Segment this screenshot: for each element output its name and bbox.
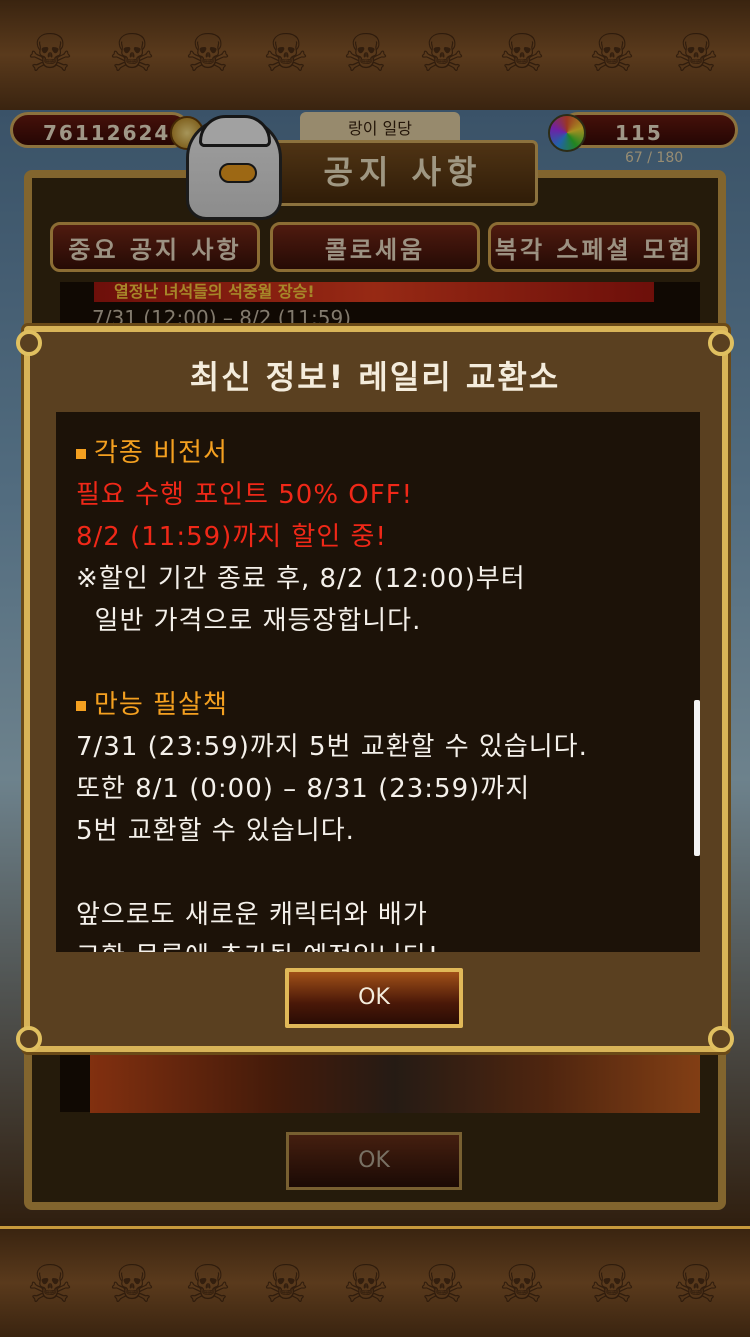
bottom-decor-band: ☠ ☠ ☠ ☠ ☠ ☠ ☠ ☠ ☠ xyxy=(0,1226,750,1337)
jolly-roger-icon: ☠ xyxy=(108,1255,156,1315)
jolly-roger-icon: ☠ xyxy=(672,24,720,84)
scroll-ornament-icon xyxy=(708,1026,734,1052)
jolly-roger-icon: ☠ xyxy=(184,24,232,84)
scroll-ornament-icon xyxy=(16,1026,42,1052)
jolly-roger-icon: ☠ xyxy=(184,1255,232,1315)
jolly-roger-icon: ☠ xyxy=(418,1255,466,1315)
modal-title: 최신 정보! 레일리 교환소 xyxy=(189,358,561,396)
jolly-roger-icon: ☠ xyxy=(588,1255,636,1315)
note-line-cont: 일반 가격으로 재등장합니다. xyxy=(76,606,422,636)
future-line-1: 앞으로도 새로운 캐릭터와 배가 xyxy=(76,900,428,930)
bullet-icon xyxy=(76,700,86,711)
jolly-roger-icon: ☠ xyxy=(588,24,636,84)
ok-button[interactable]: OK xyxy=(285,968,463,1028)
jolly-roger-icon: ☠ xyxy=(262,1255,310,1315)
top-decor-band: ☠ ☠ ☠ ☠ ☠ ☠ ☠ ☠ ☠ xyxy=(0,0,750,113)
section-heading-secret-books: 각종 비전서 xyxy=(76,432,228,469)
jolly-roger-icon: ☠ xyxy=(26,24,74,84)
jolly-roger-icon: ☠ xyxy=(498,24,546,84)
jolly-roger-icon: ☠ xyxy=(342,1255,390,1315)
future-line-2: 교환 목록에 추가될 예정입니다! xyxy=(76,936,439,952)
section-heading-skill-book: 만능 필살책 xyxy=(76,684,228,721)
modal-scroll-content[interactable]: 각종 비전서 필요 수행 포인트 50% OFF! 8/2 (11:59)까지 … xyxy=(56,412,700,952)
bullet-icon xyxy=(76,448,86,459)
discount-deadline-line: 8/2 (11:59)까지 할인 중! xyxy=(76,522,387,552)
jolly-roger-icon: ☠ xyxy=(498,1255,546,1315)
discount-line: 필요 수행 포인트 50% OFF! xyxy=(76,480,414,510)
note-line: ※할인 기간 종료 후, 8/2 (12:00)부터 xyxy=(76,564,526,594)
exchange-line-2: 또한 8/1 (0:00) – 8/31 (23:59)까지 xyxy=(76,774,531,804)
jolly-roger-icon: ☠ xyxy=(262,24,310,84)
jolly-roger-icon: ☠ xyxy=(26,1255,74,1315)
modal-scrollbar[interactable] xyxy=(694,700,700,856)
exchange-line-1: 7/31 (23:59)까지 5번 교환할 수 있습니다. xyxy=(76,732,588,762)
jolly-roger-icon: ☠ xyxy=(418,24,466,84)
exchange-line-3: 5번 교환할 수 있습니다. xyxy=(76,816,355,846)
jolly-roger-icon: ☠ xyxy=(342,24,390,84)
jolly-roger-icon: ☠ xyxy=(672,1255,720,1315)
jolly-roger-icon: ☠ xyxy=(108,24,156,84)
